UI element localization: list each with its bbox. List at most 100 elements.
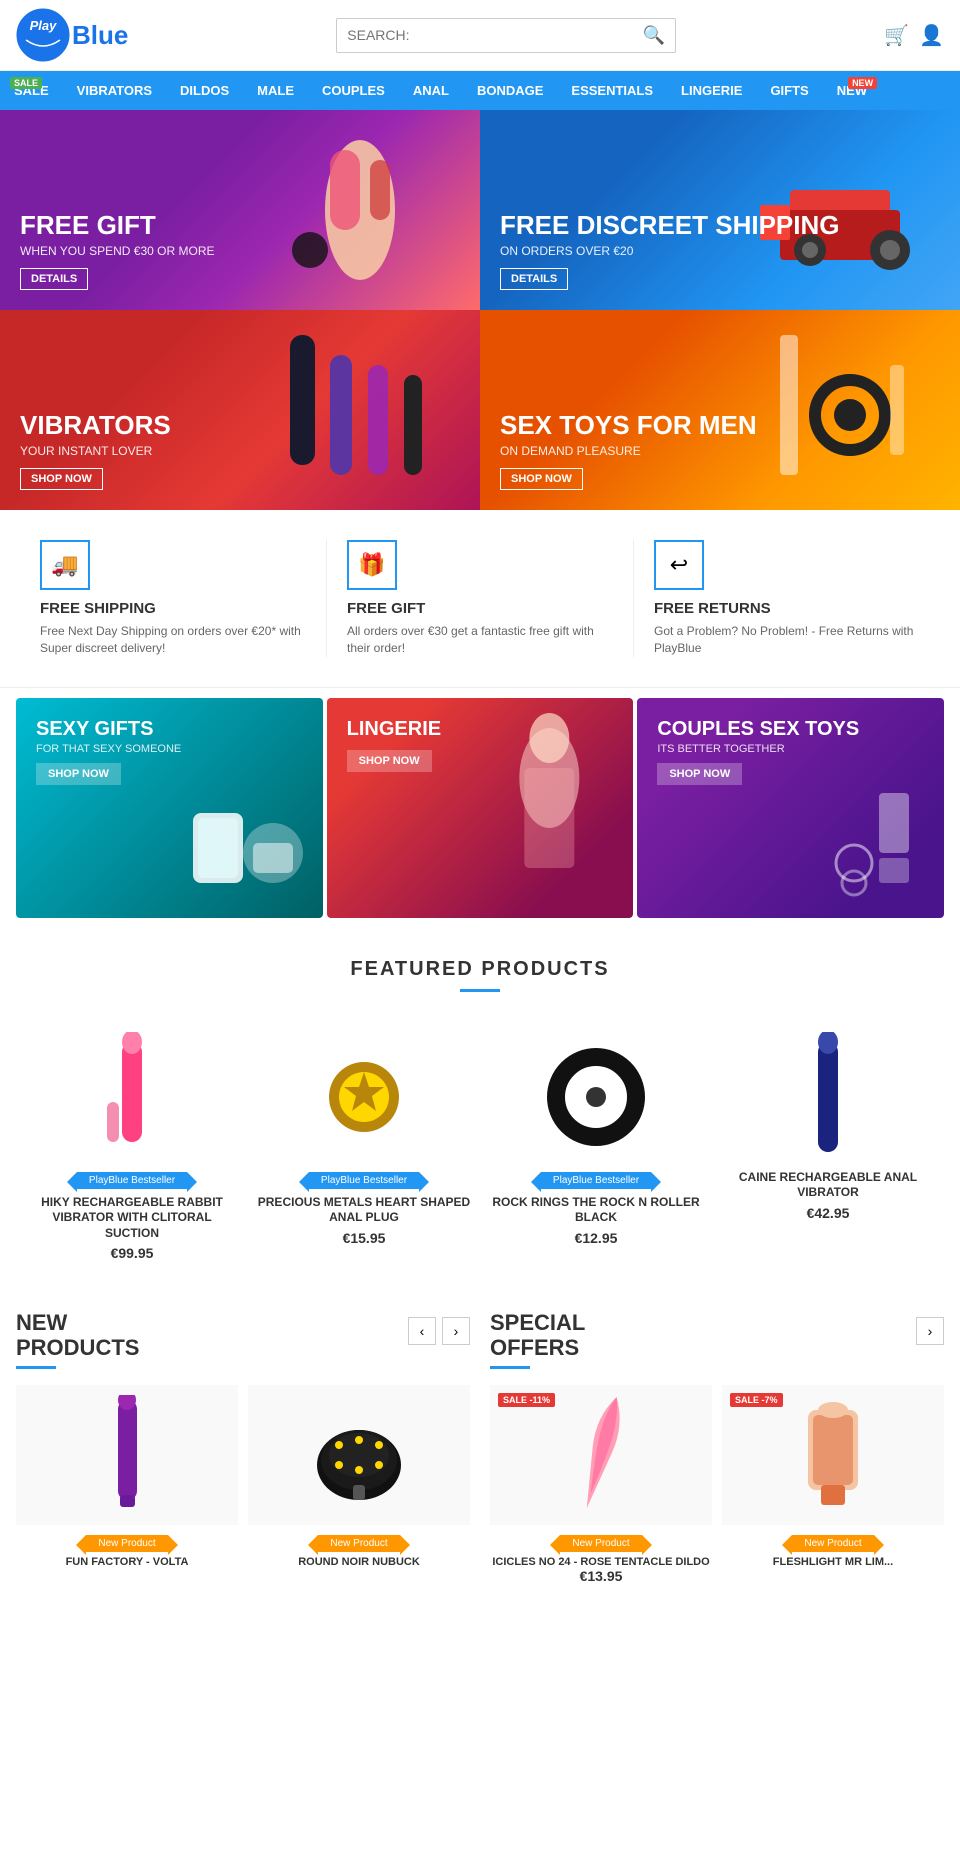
feature-returns-title: FREE RETURNS bbox=[654, 600, 920, 617]
new-products-grid: New Product FUN FACTORY - VOLTA bbox=[16, 1385, 470, 1568]
promo-title-1: SEXY GIFTS bbox=[36, 718, 303, 740]
features-section: 🚚 FREE SHIPPING Free Next Day Shipping o… bbox=[0, 510, 960, 688]
featured-section: FEATURED PRODUCTS PlayBlue Bestseller HI… bbox=[0, 928, 960, 1292]
product-price-2: €15.95 bbox=[256, 1230, 472, 1246]
hero-btn-1[interactable]: DETAILS bbox=[20, 268, 88, 290]
product-card-2[interactable]: PlayBlue Bestseller PRECIOUS METALS HEAR… bbox=[248, 1022, 480, 1272]
special-offers-title: SPECIALOFFERS bbox=[490, 1311, 585, 1359]
new-product-2[interactable]: New Product ROUND NOIR NUBUCK bbox=[248, 1385, 470, 1568]
product-price-4: €42.95 bbox=[720, 1205, 936, 1221]
feature-shipping-desc: Free Next Day Shipping on orders over €2… bbox=[40, 623, 306, 657]
sale-tag-2: SALE -7% bbox=[730, 1393, 783, 1407]
promo-img-3 bbox=[819, 783, 939, 908]
special-product-2[interactable]: SALE -7% New Product FLESHLIGHT MR LIM..… bbox=[722, 1385, 944, 1584]
new-products-title: NEWPRODUCTS bbox=[16, 1311, 139, 1359]
nav-dildos[interactable]: DILDOS bbox=[166, 71, 243, 110]
logo-icon: Play bbox=[16, 8, 70, 62]
search-input[interactable] bbox=[347, 27, 643, 43]
hero-decoration-1 bbox=[240, 110, 480, 310]
product-name-3: ROCK RINGS THE ROCK N ROLLER BLACK bbox=[488, 1195, 704, 1226]
nav-vibrators[interactable]: VIBRATORS bbox=[63, 71, 166, 110]
new-product-img-2 bbox=[248, 1385, 470, 1525]
hero-subtitle-4: ON DEMAND PLEASURE bbox=[500, 444, 757, 458]
special-offers-nav: › bbox=[916, 1317, 944, 1345]
hero-title-4: SEX TOYS FOR MEN bbox=[500, 411, 757, 440]
hero-text-2: FREE DISCREET SHIPPING ON ORDERS OVER €2… bbox=[500, 211, 840, 290]
hero-subtitle-2: ON ORDERS OVER €20 bbox=[500, 244, 840, 258]
hero-decoration-3 bbox=[240, 310, 480, 510]
search-bar: 🔍 bbox=[336, 18, 676, 53]
new-badge-2: New Product bbox=[318, 1535, 399, 1552]
nav-lingerie[interactable]: LINGERIE bbox=[667, 71, 756, 110]
special-name-2: FLESHLIGHT MR LIM... bbox=[722, 1556, 944, 1568]
nav-new[interactable]: NEW NEW bbox=[823, 71, 881, 110]
nav-sale[interactable]: SALE SALE bbox=[0, 71, 63, 110]
nav-bondage[interactable]: BONDAGE bbox=[463, 71, 557, 110]
promo-title-3: COUPLES SEX TOYS bbox=[657, 718, 924, 740]
feature-gift-desc: All orders over €30 get a fantastic free… bbox=[347, 623, 613, 657]
logo[interactable]: Play Blue bbox=[16, 8, 128, 62]
special-offers-header: SPECIALOFFERS › bbox=[490, 1311, 944, 1384]
header-icons: 🛒 👤 bbox=[884, 23, 944, 48]
hero-btn-4[interactable]: SHOP NOW bbox=[500, 468, 583, 490]
new-products-next[interactable]: › bbox=[442, 1317, 470, 1345]
promo-sub-1: FOR THAT SEXY SOMEONE bbox=[36, 743, 303, 755]
hero-banners: FREE GIFT WHEN YOU SPEND €30 OR MORE DET… bbox=[0, 110, 960, 510]
product-name-4: CAINE RECHARGEABLE ANAL VIBRATOR bbox=[720, 1170, 936, 1201]
new-products-nav: ‹ › bbox=[408, 1317, 470, 1345]
new-product-1[interactable]: New Product FUN FACTORY - VOLTA bbox=[16, 1385, 238, 1568]
nav-anal[interactable]: ANAL bbox=[399, 71, 463, 110]
new-products-title-wrap: NEWPRODUCTS bbox=[16, 1311, 139, 1384]
main-nav: SALE SALE VIBRATORS DILDOS MALE COUPLES … bbox=[0, 71, 960, 110]
special-offers-next[interactable]: › bbox=[916, 1317, 944, 1345]
promo-sexy-gifts[interactable]: SEXY GIFTS FOR THAT SEXY SOMEONE SHOP NO… bbox=[16, 698, 323, 918]
hero-banner-vibrators[interactable]: VIBRATORS YOUR INSTANT LOVER SHOP NOW bbox=[0, 310, 480, 510]
feature-returns: ↩ FREE RETURNS Got a Problem? No Problem… bbox=[634, 540, 940, 657]
gift-icon: 🎁 bbox=[347, 540, 397, 590]
promo-btn-3[interactable]: SHOP NOW bbox=[657, 763, 742, 785]
hero-text-3: VIBRATORS YOUR INSTANT LOVER SHOP NOW bbox=[20, 411, 171, 490]
product-card-4[interactable]: CAINE RECHARGEABLE ANAL VIBRATOR €42.95 bbox=[712, 1022, 944, 1272]
sale-badge: SALE bbox=[10, 77, 42, 89]
nav-male[interactable]: MALE bbox=[243, 71, 308, 110]
product-img-3 bbox=[488, 1032, 704, 1162]
svg-text:Play: Play bbox=[30, 18, 58, 33]
product-img-4 bbox=[720, 1032, 936, 1162]
bottom-sections: NEWPRODUCTS ‹ › New Product bbox=[0, 1291, 960, 1603]
new-products-header: NEWPRODUCTS ‹ › bbox=[16, 1311, 470, 1384]
feature-returns-desc: Got a Problem? No Problem! - Free Return… bbox=[654, 623, 920, 657]
new-badge-1: New Product bbox=[86, 1535, 167, 1552]
special-offers-title-wrap: SPECIALOFFERS bbox=[490, 1311, 585, 1384]
hero-banner-men[interactable]: SEX TOYS FOR MEN ON DEMAND PLEASURE SHOP… bbox=[480, 310, 960, 510]
promo-couples[interactable]: COUPLES SEX TOYS ITS BETTER TOGETHER SHO… bbox=[637, 698, 944, 918]
new-products-section: NEWPRODUCTS ‹ › New Product bbox=[16, 1311, 470, 1583]
product-card-1[interactable]: PlayBlue Bestseller HIKY RECHARGEABLE RA… bbox=[16, 1022, 248, 1272]
product-card-3[interactable]: PlayBlue Bestseller ROCK RINGS THE ROCK … bbox=[480, 1022, 712, 1272]
cart-button[interactable]: 🛒 bbox=[884, 23, 909, 48]
special-offers-section: SPECIALOFFERS › SALE -11% New Product bbox=[490, 1311, 944, 1583]
nav-gifts[interactable]: GIFTS bbox=[756, 71, 822, 110]
special-product-1[interactable]: SALE -11% New Product ICICLES NO 24 - RO… bbox=[490, 1385, 712, 1584]
hero-banner-shipping[interactable]: FREE DISCREET SHIPPING ON ORDERS OVER €2… bbox=[480, 110, 960, 310]
header: Play Blue 🔍 🛒 👤 bbox=[0, 0, 960, 71]
feature-gift-title: FREE GIFT bbox=[347, 600, 613, 617]
hero-subtitle-3: YOUR INSTANT LOVER bbox=[20, 444, 171, 458]
user-button[interactable]: 👤 bbox=[919, 23, 944, 48]
nav-couples[interactable]: COUPLES bbox=[308, 71, 399, 110]
hero-title-1: FREE GIFT bbox=[20, 211, 214, 240]
promo-lingerie[interactable]: LINGERIE SHOP NOW bbox=[327, 698, 634, 918]
hero-title-3: VIBRATORS bbox=[20, 411, 171, 440]
new-products-prev[interactable]: ‹ bbox=[408, 1317, 436, 1345]
hero-btn-2[interactable]: DETAILS bbox=[500, 268, 568, 290]
hero-btn-3[interactable]: SHOP NOW bbox=[20, 468, 103, 490]
feature-gift: 🎁 FREE GIFT All orders over €30 get a fa… bbox=[327, 540, 634, 657]
bestseller-badge-1: PlayBlue Bestseller bbox=[77, 1172, 187, 1189]
hero-subtitle-1: WHEN YOU SPEND €30 OR MORE bbox=[20, 244, 214, 258]
featured-underline bbox=[460, 989, 500, 992]
hero-title-2: FREE DISCREET SHIPPING bbox=[500, 211, 840, 240]
promo-btn-2[interactable]: SHOP NOW bbox=[347, 750, 432, 772]
hero-banner-free-gift[interactable]: FREE GIFT WHEN YOU SPEND €30 OR MORE DET… bbox=[0, 110, 480, 310]
search-button[interactable]: 🔍 bbox=[643, 25, 665, 46]
promo-btn-1[interactable]: SHOP NOW bbox=[36, 763, 121, 785]
nav-essentials[interactable]: ESSENTIALS bbox=[557, 71, 667, 110]
